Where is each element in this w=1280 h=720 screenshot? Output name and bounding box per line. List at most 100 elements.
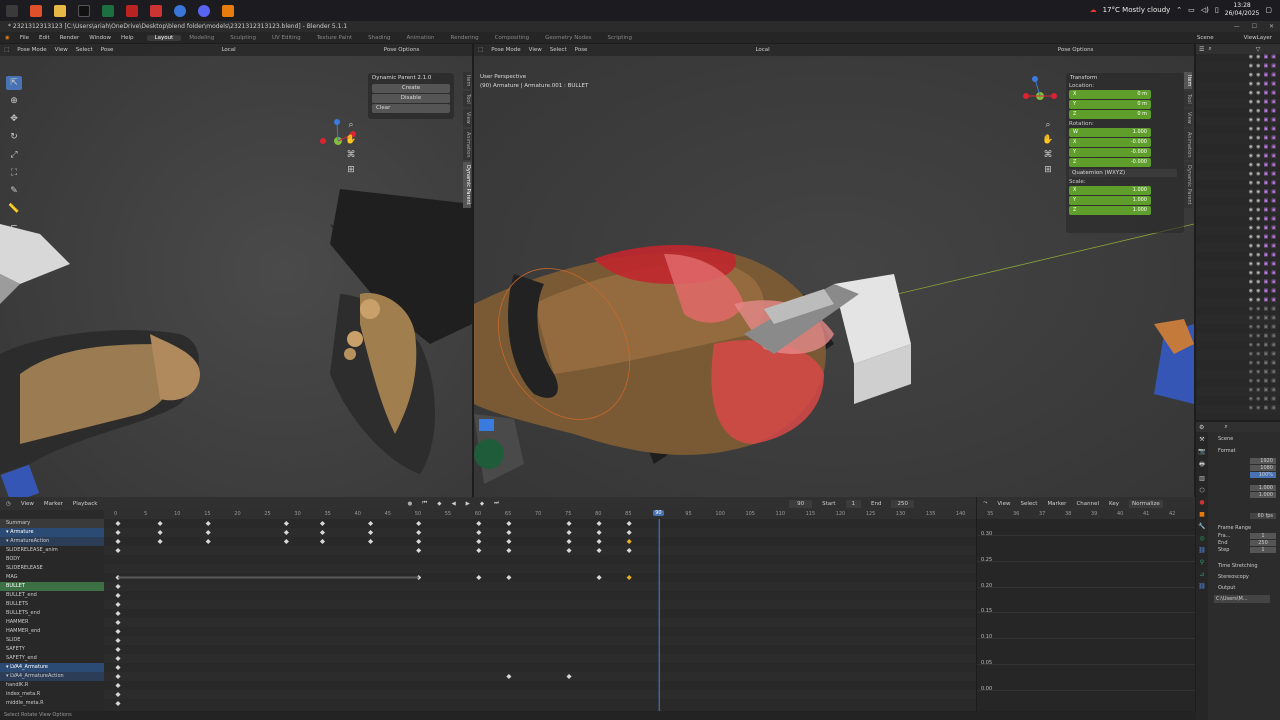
select-icon[interactable]: ▣ (1271, 279, 1276, 288)
end-field[interactable]: 250 (891, 499, 914, 508)
jump-end-icon[interactable]: ⏭ (494, 500, 499, 507)
mode-selector[interactable]: Pose Mode (491, 47, 520, 53)
resolution-x-field[interactable]: 1920 (1250, 458, 1276, 464)
outliner-row[interactable]: ◉ ◉ ▣ ▣ (1196, 297, 1280, 306)
viewport-icon[interactable]: ◉ (1256, 162, 1260, 171)
visibility-icon[interactable]: ◉ (1249, 216, 1253, 225)
viewport-icon[interactable]: ◉ (1256, 216, 1260, 225)
outliner-row[interactable]: ◉ ◉ ▣ ▣ (1196, 63, 1280, 72)
channel-row[interactable]: handIK.R (0, 681, 104, 690)
cursor-tool-icon[interactable]: ⊕ (6, 94, 22, 108)
create-button[interactable]: Create (372, 84, 450, 93)
outliner-row[interactable]: ◉ ◉ ▣ ▣ (1196, 108, 1280, 117)
viewport-icon[interactable]: ◉ (1256, 198, 1260, 207)
channel-row[interactable]: BODY (0, 555, 104, 564)
zoom-icon[interactable]: ⌕ (345, 120, 357, 132)
outliner-row[interactable]: ◉ ◉ ▣ ▣ (1196, 117, 1280, 126)
viewport-icon[interactable]: ◉ (1256, 99, 1260, 108)
select-icon[interactable]: ▣ (1271, 81, 1276, 90)
channel-row[interactable]: SAFETY_end (0, 654, 104, 663)
channel-row[interactable]: ▾ LVA4_Armature (0, 663, 104, 672)
camera-icon[interactable]: ⌘ (1042, 150, 1054, 162)
viewport-icon[interactable]: ◉ (1256, 54, 1260, 63)
tab-view[interactable]: View (463, 109, 471, 127)
physics-props-icon[interactable]: ◎ (1199, 535, 1204, 542)
chrome-icon[interactable] (174, 4, 186, 17)
visibility-icon[interactable]: ◉ (1249, 279, 1253, 288)
select-icon[interactable]: ▣ (1271, 216, 1276, 225)
outliner-row[interactable]: ◉ ◉ ▣ ▣ (1196, 162, 1280, 171)
tab-uv-editing[interactable]: UV Editing (264, 35, 309, 41)
channel-row[interactable]: HAMMER_end (0, 627, 104, 636)
scale-y-field[interactable]: Y 1.000 (1069, 196, 1151, 205)
visibility-icon[interactable]: ◉ (1249, 261, 1253, 270)
visibility-icon[interactable]: ◉ (1249, 72, 1253, 81)
viewport-icon[interactable]: ◉ (1256, 378, 1260, 387)
visibility-icon[interactable]: ◉ (1249, 387, 1253, 396)
scale-z-field[interactable]: Z 1.000 (1069, 206, 1151, 215)
bone-constraint-icon[interactable]: ⛓ (1198, 583, 1206, 590)
tab-geometry-nodes[interactable]: Geometry Nodes (537, 35, 599, 41)
select-icon[interactable]: ▣ (1271, 297, 1276, 306)
bone-props-icon[interactable]: ⊿ (1199, 571, 1204, 578)
select-icon[interactable]: ▣ (1271, 405, 1276, 414)
tab-dynamic-parent[interactable]: Dynamic Parent (463, 162, 471, 209)
visibility-icon[interactable]: ◉ (1249, 63, 1253, 72)
visibility-icon[interactable]: ◉ (1249, 288, 1253, 297)
app-icon[interactable] (126, 4, 138, 17)
channel-row[interactable]: SLIDERELEASE (0, 564, 104, 573)
select-icon[interactable]: ▣ (1271, 306, 1276, 315)
properties-editor-icon[interactable]: ⚙ (1199, 424, 1204, 431)
scene-selector[interactable]: Scene (1197, 35, 1214, 41)
select-icon[interactable]: ▣ (1271, 387, 1276, 396)
select-icon[interactable]: ▣ (1271, 99, 1276, 108)
select-icon[interactable]: ▣ (1271, 252, 1276, 261)
render-icon[interactable]: ▣ (1264, 117, 1269, 126)
outliner-row[interactable]: ◉ ◉ ▣ ▣ (1196, 243, 1280, 252)
modifier-props-icon[interactable]: 🔧 (1198, 523, 1205, 530)
visibility-icon[interactable]: ◉ (1249, 144, 1253, 153)
visibility-icon[interactable]: ◉ (1249, 135, 1253, 144)
viewport-icon[interactable]: ◉ (1256, 207, 1260, 216)
outliner-search-icon[interactable]: ⌕ (1208, 45, 1211, 53)
select-icon[interactable]: ▣ (1271, 126, 1276, 135)
tab-animation-sidebar[interactable]: Animation (463, 128, 471, 161)
tab-rendering[interactable]: Rendering (443, 35, 487, 41)
visibility-icon[interactable]: ◉ (1249, 108, 1253, 117)
select-icon[interactable]: ▣ (1271, 234, 1276, 243)
frame-end-field[interactable]: 250 (1250, 540, 1276, 546)
current-frame-field[interactable]: 90 (789, 499, 813, 508)
select-icon[interactable]: ▣ (1271, 369, 1276, 378)
select-icon[interactable]: ▣ (1271, 333, 1276, 342)
tab-item[interactable]: Item (463, 72, 471, 90)
rotation-w-field[interactable]: W 1.000 (1069, 128, 1151, 137)
viewport-icon[interactable]: ◉ (1256, 180, 1260, 189)
viewport-icon[interactable]: ◉ (1256, 72, 1260, 81)
tab-tool[interactable]: Tool (1184, 91, 1192, 108)
render-icon[interactable]: ▣ (1264, 306, 1269, 315)
outliner-row[interactable]: ◉ ◉ ▣ ▣ (1196, 333, 1280, 342)
visibility-icon[interactable]: ◉ (1249, 333, 1253, 342)
outliner-row[interactable]: ◉ ◉ ▣ ▣ (1196, 360, 1280, 369)
render-icon[interactable]: ▣ (1264, 252, 1269, 261)
outliner-row[interactable]: ◉ ◉ ▣ ▣ (1196, 378, 1280, 387)
outliner-row[interactable]: ◉ ◉ ▣ ▣ (1196, 99, 1280, 108)
outliner-row[interactable]: ◉ ◉ ▣ ▣ (1196, 234, 1280, 243)
outliner-row[interactable]: ◉ ◉ ▣ ▣ (1196, 180, 1280, 189)
render-icon[interactable]: ▣ (1264, 297, 1269, 306)
visibility-icon[interactable]: ◉ (1249, 396, 1253, 405)
render-icon[interactable]: ▣ (1264, 342, 1269, 351)
channel-row[interactable]: ▾ LVA4_ArmatureAction (0, 672, 104, 681)
data-props-icon[interactable]: ⚲ (1200, 559, 1204, 566)
outliner-row[interactable]: ◉ ◉ ▣ ▣ (1196, 126, 1280, 135)
frame-range-section[interactable]: Frame Range (1210, 519, 1278, 533)
select-icon[interactable]: ▣ (1271, 342, 1276, 351)
start-field[interactable]: 1 (845, 499, 862, 508)
visibility-icon[interactable]: ◉ (1249, 180, 1253, 189)
menu-marker[interactable]: Marker (1047, 501, 1066, 507)
select-tool-icon[interactable]: ⇱ (6, 76, 22, 90)
menu-playback[interactable]: Playback (73, 501, 98, 507)
outliner-editor-icon[interactable]: ☰ (1199, 46, 1204, 53)
tiktok-icon[interactable] (78, 4, 90, 17)
menu-key[interactable]: Key (1109, 501, 1119, 507)
